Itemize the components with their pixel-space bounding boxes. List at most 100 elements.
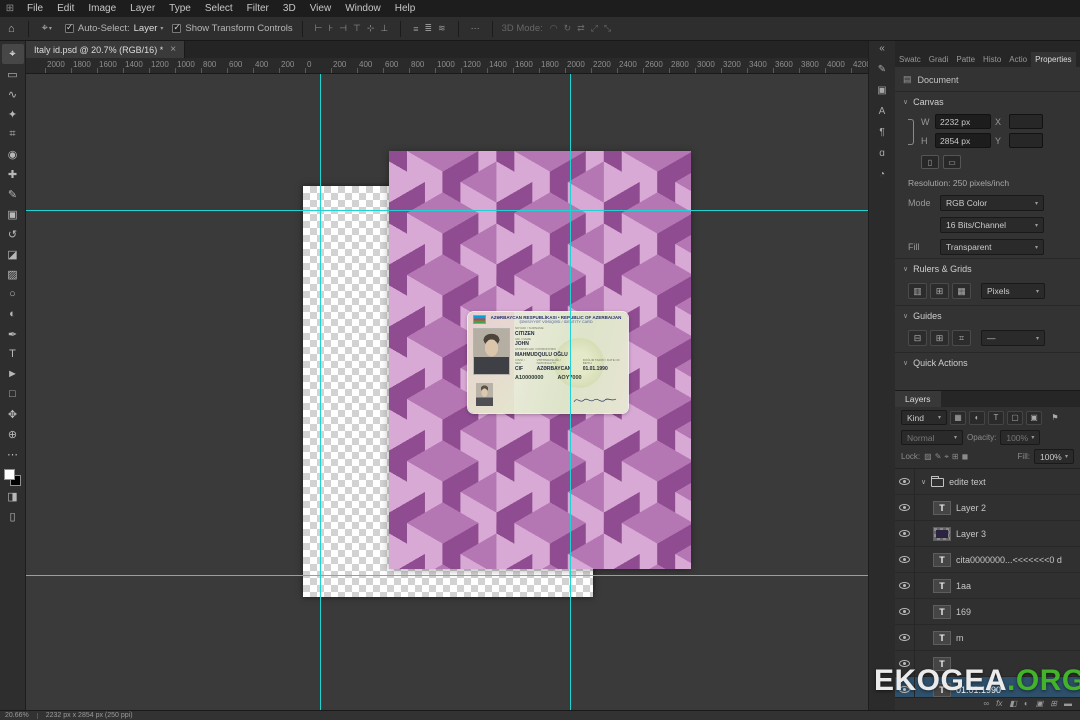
clone-stamp-tool[interactable]: ▣ <box>2 204 24 224</box>
close-tab-icon[interactable]: × <box>170 44 176 55</box>
canvas-fill-select[interactable]: Transparent ▾ <box>940 239 1044 255</box>
canvas-section-header[interactable]: ∨ Canvas <box>895 91 1080 112</box>
fill-field[interactable]: 100% ▾ <box>1034 449 1074 464</box>
delete-layer-icon[interactable]: ▬ <box>1064 699 1072 709</box>
shape-tool[interactable]: □ <box>2 384 24 404</box>
3d-scale-icon[interactable]: ⤡ <box>601 23 614 34</box>
guides-section-header[interactable]: ∨ Guides <box>895 305 1080 326</box>
3d-slide-icon[interactable]: ⤢ <box>588 23 601 34</box>
lock-all-icon[interactable]: ◼ <box>962 452 969 462</box>
units-select[interactable]: Pixels ▾ <box>981 283 1045 299</box>
menu-item-image[interactable]: Image <box>81 0 123 17</box>
3d-rotate-icon[interactable]: ◠ <box>547 23 561 34</box>
panel-tab-histo[interactable]: Histo <box>979 52 1005 67</box>
distribute-vertical-icon[interactable]: ≡ <box>410 24 421 34</box>
layer-mask-icon[interactable]: ◧ <box>1009 699 1017 709</box>
guide-vertical-1[interactable] <box>320 74 321 710</box>
visibility-toggle[interactable] <box>895 573 915 598</box>
align-middle-icon[interactable]: ⊹ <box>364 23 378 34</box>
layer-row[interactable]: Tm <box>895 625 1080 651</box>
layer-row[interactable]: Tcita0000000...<<<<<<<0 d <box>895 547 1080 573</box>
filter-adjustment-layers-icon[interactable]: ◐ <box>969 410 985 425</box>
id-card-image[interactable]: AZƏRBAYCAN RESPUBLİKASI • REPUBLIC OF AZ… <box>468 312 628 413</box>
menu-item-view[interactable]: View <box>303 0 339 17</box>
more-tools-icon[interactable]: ⋯ <box>2 444 24 464</box>
panel-tab-properties[interactable]: Properties <box>1031 52 1076 67</box>
filter-shape-layers-icon[interactable]: ▢ <box>1007 410 1023 425</box>
glyphs-panel-icon[interactable]: ɑ <box>879 149 885 159</box>
toggle-rulers-icon[interactable]: ▥ <box>908 283 927 299</box>
toggle-snap-icon[interactable]: ▦ <box>952 283 971 299</box>
lock-artboard-icon[interactable]: ⊞ <box>952 452 959 462</box>
brush-tool[interactable]: ✎ <box>2 184 24 204</box>
screen-mode-icon[interactable]: ▯ <box>2 506 24 526</box>
adjustment-layer-icon[interactable]: ◐ <box>1024 699 1029 709</box>
brush-settings-panel-icon[interactable]: ✎ <box>878 65 886 75</box>
menu-item-file[interactable]: File <box>20 0 50 17</box>
3d-roll-icon[interactable]: ↻ <box>561 23 575 34</box>
menu-item-filter[interactable]: Filter <box>240 0 276 17</box>
path-selection-tool[interactable]: ► <box>2 364 24 384</box>
panel-tab-gradi[interactable]: Gradi <box>925 52 953 67</box>
lasso-tool[interactable]: ∿ <box>2 84 24 104</box>
document-row[interactable]: ▤ Document <box>895 67 1080 91</box>
horizontal-ruler[interactable]: 2000 1800 1600 1400 1200 1000 800 600 400 200 0 200… <box>26 58 868 74</box>
foreground-color-swatch[interactable] <box>4 469 15 480</box>
link-layers-icon[interactable]: ∞ <box>983 699 989 709</box>
cube-pattern-image[interactable]: AZƏRBAYCAN RESPUBLİKASI • REPUBLIC OF AZ… <box>389 151 691 569</box>
more-options-icon[interactable]: ⋯ <box>468 23 483 34</box>
menu-item-help[interactable]: Help <box>388 0 423 17</box>
quick-mask-icon[interactable]: ◨ <box>2 486 24 506</box>
adjustments-panel-icon[interactable]: ◔ <box>879 170 885 180</box>
auto-select-dropdown[interactable]: Layer ▾ <box>134 23 164 34</box>
guide-vertical-2[interactable] <box>570 74 571 710</box>
menu-item-3d[interactable]: 3D <box>276 0 303 17</box>
zoom-level[interactable]: 20.66% <box>5 712 29 719</box>
layer-style-icon[interactable]: fx <box>996 699 1002 709</box>
menu-item-window[interactable]: Window <box>338 0 388 17</box>
filter-pixel-layers-icon[interactable]: ▦ <box>950 410 966 425</box>
y-field[interactable] <box>1009 133 1043 148</box>
blend-mode-select[interactable]: Normal ▾ <box>901 430 963 445</box>
gradient-tool[interactable]: ▨ <box>2 264 24 284</box>
filter-type-layers-icon[interactable]: T <box>988 410 1004 425</box>
eyedropper-tool[interactable]: ◉ <box>2 144 24 164</box>
home-icon[interactable]: ⌂ <box>4 23 19 35</box>
pen-tool[interactable]: ✒ <box>2 324 24 344</box>
healing-brush-tool[interactable]: ✚ <box>2 164 24 184</box>
blur-tool[interactable]: ○ <box>2 284 24 304</box>
color-mode-select[interactable]: RGB Color ▾ <box>940 195 1044 211</box>
paragraph-panel-icon[interactable]: ¶ <box>879 128 884 138</box>
collapse-panels-icon[interactable]: « <box>879 44 885 54</box>
rulers-grids-section-header[interactable]: ∨ Rulers & Grids <box>895 258 1080 279</box>
layer-row[interactable]: T 169 <box>895 599 1080 625</box>
panel-tab-swatc[interactable]: Swatc <box>895 52 925 67</box>
visibility-toggle[interactable] <box>895 599 915 624</box>
layer-row[interactable]: ∨ edite text <box>895 469 1080 495</box>
color-swatches[interactable] <box>4 469 21 486</box>
width-field[interactable]: 2232 px <box>935 114 991 129</box>
align-center-horizontal-icon[interactable]: ⊦ <box>325 23 336 34</box>
landscape-orientation-button[interactable]: ▭ <box>943 155 961 169</box>
history-brush-tool[interactable]: ↺ <box>2 224 24 244</box>
quick-actions-section-header[interactable]: ∨ Quick Actions <box>895 352 1080 373</box>
menu-item-edit[interactable]: Edit <box>50 0 81 17</box>
character-panel-icon[interactable]: A <box>879 107 886 117</box>
distribute-horizontal-icon[interactable]: ≣ <box>421 23 435 34</box>
lock-transparency-icon[interactable]: ▨ <box>924 452 932 462</box>
lock-pixels-icon[interactable]: ✎ <box>935 452 942 462</box>
document-tab[interactable]: Italy id.psd @ 20.7% (RGB/16) * × <box>26 41 186 58</box>
align-top-icon[interactable]: ⊤ <box>350 23 364 34</box>
guide-horizontal-2[interactable] <box>26 575 868 576</box>
menu-item-layer[interactable]: Layer <box>123 0 162 17</box>
auto-select-checkbox[interactable] <box>64 22 74 33</box>
app-logo-icon[interactable]: ⊞ <box>0 3 20 14</box>
guide-style-select[interactable]: — ▾ <box>981 330 1045 346</box>
filter-smart-objects-icon[interactable]: ▣ <box>1026 410 1042 425</box>
type-tool[interactable]: T <box>2 344 24 364</box>
align-right-icon[interactable]: ⊣ <box>336 23 350 34</box>
bit-depth-select[interactable]: 16 Bits/Channel ▾ <box>940 217 1044 233</box>
quick-selection-tool[interactable]: ✦ <box>2 104 24 124</box>
visibility-toggle[interactable] <box>895 547 915 572</box>
x-field[interactable] <box>1009 114 1043 129</box>
